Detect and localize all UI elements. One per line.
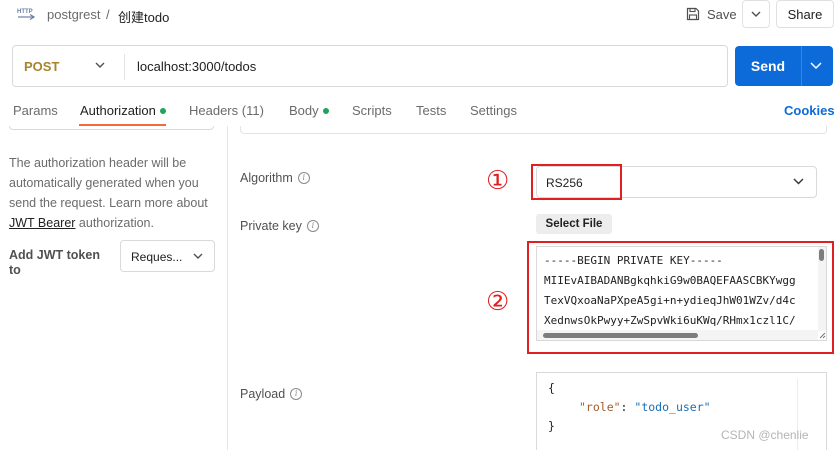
chevron-down-icon[interactable] bbox=[95, 62, 105, 68]
payload-value: "todo_user" bbox=[634, 400, 711, 414]
chevron-down-icon bbox=[793, 178, 804, 185]
breadcrumb-separator: / bbox=[106, 7, 110, 22]
chevron-down-icon bbox=[193, 253, 203, 259]
save-options-button[interactable] bbox=[742, 0, 770, 28]
tab-authorization[interactable]: Authorization bbox=[80, 103, 166, 118]
private-key-label: Private key i bbox=[240, 219, 319, 233]
add-token-to-value: Reques... bbox=[131, 250, 183, 264]
save-button[interactable]: Save bbox=[685, 2, 737, 26]
request-url-bar: POST localhost:3000/todos bbox=[12, 45, 728, 87]
tab-body[interactable]: Body bbox=[289, 103, 329, 118]
tab-headers[interactable]: Headers (11) bbox=[189, 103, 264, 118]
send-button[interactable]: Send bbox=[735, 46, 833, 86]
select-file-button[interactable]: Select File bbox=[536, 214, 612, 234]
cookies-link[interactable]: Cookies bbox=[784, 103, 835, 118]
save-icon bbox=[686, 7, 700, 21]
chevron-down-icon[interactable] bbox=[810, 62, 822, 69]
save-label: Save bbox=[707, 6, 737, 22]
send-label[interactable]: Send bbox=[735, 46, 801, 86]
method-select[interactable]: POST bbox=[24, 59, 59, 74]
divider bbox=[801, 46, 802, 86]
chevron-down-icon bbox=[751, 11, 761, 17]
url-input[interactable]: localhost:3000/todos bbox=[137, 59, 256, 74]
payload-open-brace: { bbox=[548, 381, 555, 395]
top-bar: HTTP postgrest / 创建todo Save Share bbox=[0, 0, 837, 32]
breadcrumb-request-name[interactable]: 创建todo bbox=[118, 7, 169, 26]
auth-description: The authorization header will be automat… bbox=[9, 156, 208, 230]
annotation-marker-1: ① bbox=[486, 166, 510, 196]
payload-label: Payload i bbox=[240, 387, 303, 401]
add-token-to-select[interactable]: Reques... bbox=[120, 240, 215, 272]
tab-scripts[interactable]: Scripts bbox=[352, 103, 392, 118]
jwt-bearer-link[interactable]: JWT Bearer bbox=[9, 216, 75, 230]
share-button[interactable]: Share bbox=[776, 0, 834, 28]
panel-edge bbox=[240, 126, 827, 134]
algorithm-label: Algorithm i bbox=[240, 171, 310, 185]
watermark: CSDN @chenlie bbox=[721, 428, 809, 442]
annotation-marker-2: ② bbox=[486, 287, 510, 317]
payload-line: "role": "todo_user" bbox=[579, 400, 711, 414]
tab-tests[interactable]: Tests bbox=[416, 103, 446, 118]
tab-params[interactable]: Params bbox=[13, 103, 58, 118]
payload-key: "role" bbox=[579, 400, 621, 414]
request-tabs: Params Authorization Headers (11) Body S… bbox=[0, 96, 837, 126]
breadcrumb-collection[interactable]: postgrest bbox=[47, 7, 100, 22]
auth-type-select[interactable] bbox=[9, 126, 214, 130]
info-icon[interactable]: i bbox=[306, 220, 319, 232]
highlight-box-2 bbox=[527, 241, 834, 354]
auth-config-pane: The authorization header will be automat… bbox=[0, 126, 228, 450]
add-jwt-token-label: Add JWT token to bbox=[9, 248, 100, 277]
info-icon[interactable]: i bbox=[290, 388, 303, 400]
highlight-box-1 bbox=[531, 164, 622, 200]
info-icon[interactable]: i bbox=[297, 172, 310, 184]
active-dot-icon bbox=[159, 108, 166, 114]
http-request-icon: HTTP bbox=[17, 9, 35, 21]
active-dot-icon bbox=[322, 108, 329, 114]
divider bbox=[124, 54, 125, 80]
tab-settings[interactable]: Settings bbox=[470, 103, 517, 118]
payload-close-brace: } bbox=[548, 419, 555, 433]
